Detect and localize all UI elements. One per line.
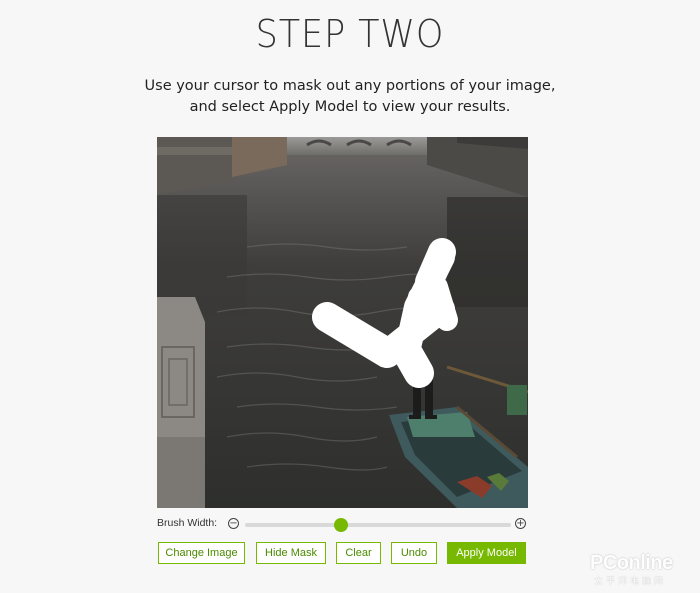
clear-button[interactable]: Clear [336, 542, 381, 564]
apply-model-button[interactable]: Apply Model [447, 542, 526, 564]
zoom-out-icon[interactable]: − [228, 518, 239, 529]
brush-width-label: Brush Width: [157, 517, 218, 529]
mask-canvas[interactable] [157, 137, 528, 508]
slider-thumb[interactable] [333, 518, 348, 532]
brush-width-slider[interactable] [245, 518, 511, 532]
change-image-button[interactable]: Change Image [158, 542, 245, 564]
photo-canvas[interactable] [157, 137, 528, 508]
watermark-logo: PConline 太平洋电脑网 [590, 552, 696, 588]
action-buttons: Change Image Hide Mask Clear Undo Apply … [158, 542, 530, 566]
instructions: Use your cursor to mask out any portions… [0, 76, 700, 118]
undo-button[interactable]: Undo [391, 542, 437, 564]
zoom-in-icon[interactable]: + [515, 518, 526, 529]
watermark-text: PConline [590, 552, 673, 574]
watermark-subtext: 太平洋电脑网 [594, 577, 667, 587]
page-title: STEP TWO [255, 12, 445, 56]
instructions-line-2: and select Apply Model to view your resu… [189, 99, 511, 115]
hide-mask-button[interactable]: Hide Mask [256, 542, 326, 564]
brush-width-control: Brush Width: − + [157, 516, 529, 534]
instructions-line-1: Use your cursor to mask out any portions… [144, 78, 556, 94]
